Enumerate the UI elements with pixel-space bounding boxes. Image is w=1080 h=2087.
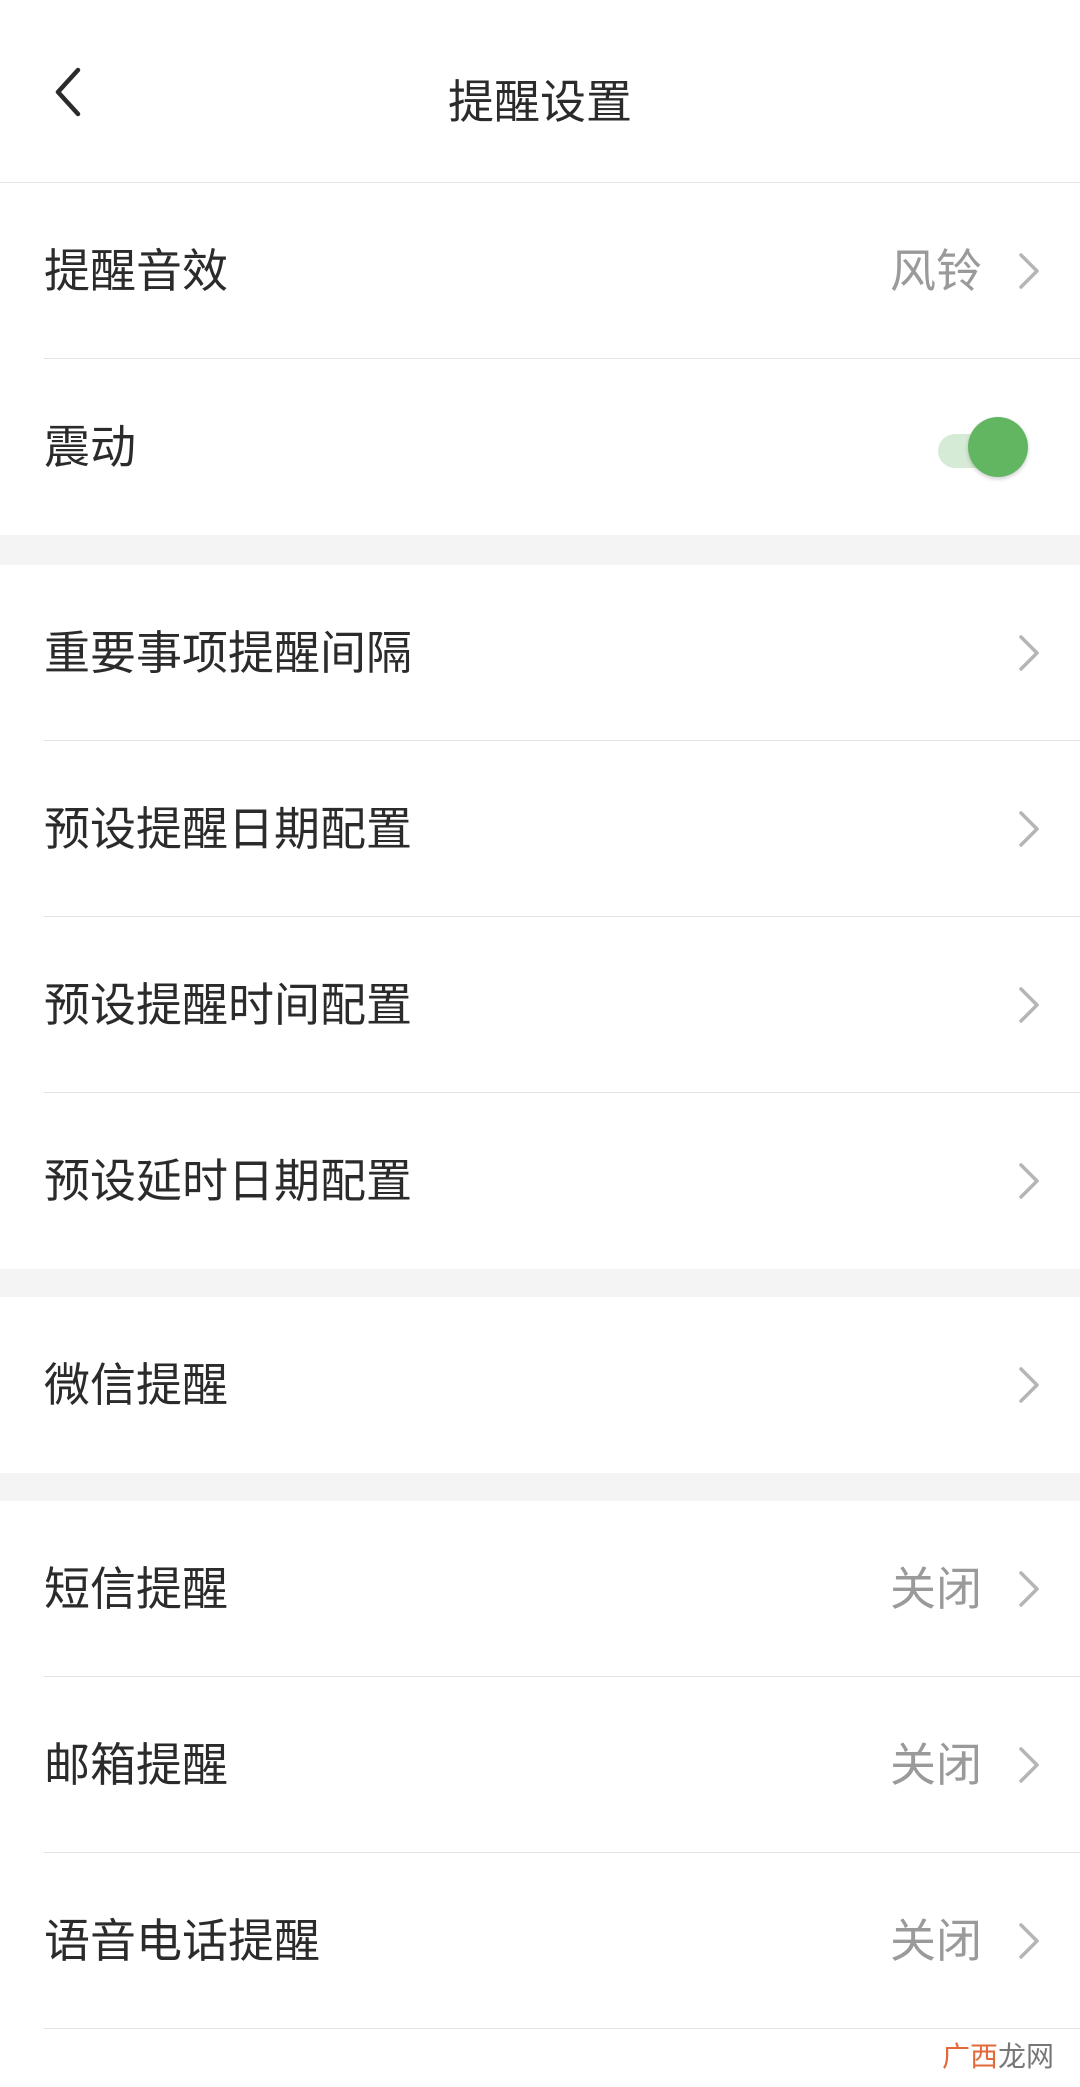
chevron-right-icon — [1014, 1745, 1044, 1785]
row-wechat[interactable]: 微信提醒 — [0, 1297, 1080, 1473]
chevron-right-icon — [1014, 1569, 1044, 1609]
watermark-part: 龙网 — [997, 2040, 1054, 2073]
row-label: 重要事项提醒间隔 — [44, 626, 412, 680]
row-value: 关闭 — [890, 1738, 982, 1792]
row-value: 关闭 — [890, 1562, 982, 1616]
row-label: 提醒音效 — [44, 244, 228, 298]
row-value: 关闭 — [890, 1914, 982, 1968]
row-voice-call[interactable]: 语音电话提醒 关闭 — [0, 1853, 1080, 2029]
watermark-part: 广西 — [941, 2040, 998, 2073]
top-bar: 提醒设置 — [0, 0, 1080, 183]
row-vibration: 震动 — [0, 359, 1080, 535]
row-label: 微信提醒 — [44, 1358, 228, 1412]
row-label: 邮箱提醒 — [44, 1738, 228, 1792]
chevron-right-icon — [1014, 985, 1044, 1025]
row-label: 短信提醒 — [44, 1562, 228, 1616]
toggle-knob — [968, 417, 1028, 477]
row-sound[interactable]: 提醒音效 风铃 — [0, 183, 1080, 359]
watermark: 广西龙网 — [942, 2039, 1054, 2075]
row-preset-delay[interactable]: 预设延时日期配置 — [0, 1093, 1080, 1269]
row-label: 预设延时日期配置 — [44, 1154, 412, 1208]
row-preset-date[interactable]: 预设提醒日期配置 — [0, 741, 1080, 917]
row-value: 风铃 — [890, 244, 982, 298]
row-label: 震动 — [44, 420, 136, 474]
page-title: 提醒设置 — [448, 75, 632, 129]
row-label: 预设提醒日期配置 — [44, 802, 412, 856]
chevron-right-icon — [1014, 633, 1044, 673]
row-sms[interactable]: 短信提醒 关闭 — [0, 1501, 1080, 1677]
row-email[interactable]: 邮箱提醒 关闭 — [0, 1677, 1080, 1853]
row-preset-time[interactable]: 预设提醒时间配置 — [0, 917, 1080, 1093]
vibration-toggle[interactable] — [932, 415, 1030, 479]
reminder-settings-page: 提醒设置 提醒音效 风铃 震动 重要事项提醒间隔 预设提醒日期配置 预设提醒时间… — [0, 0, 1080, 2087]
row-label: 语音电话提醒 — [44, 1914, 320, 1968]
row-label: 预设提醒时间配置 — [44, 978, 412, 1032]
chevron-right-icon — [1014, 251, 1044, 291]
chevron-right-icon — [1014, 1365, 1044, 1405]
row-divider — [44, 2028, 1080, 2029]
chevron-right-icon — [1014, 1161, 1044, 1201]
section-gap — [0, 535, 1080, 565]
chevron-right-icon — [1014, 809, 1044, 849]
section-gap — [0, 1473, 1080, 1501]
chevron-right-icon — [1014, 1921, 1044, 1961]
section-gap — [0, 1269, 1080, 1297]
row-important-interval[interactable]: 重要事项提醒间隔 — [0, 565, 1080, 741]
